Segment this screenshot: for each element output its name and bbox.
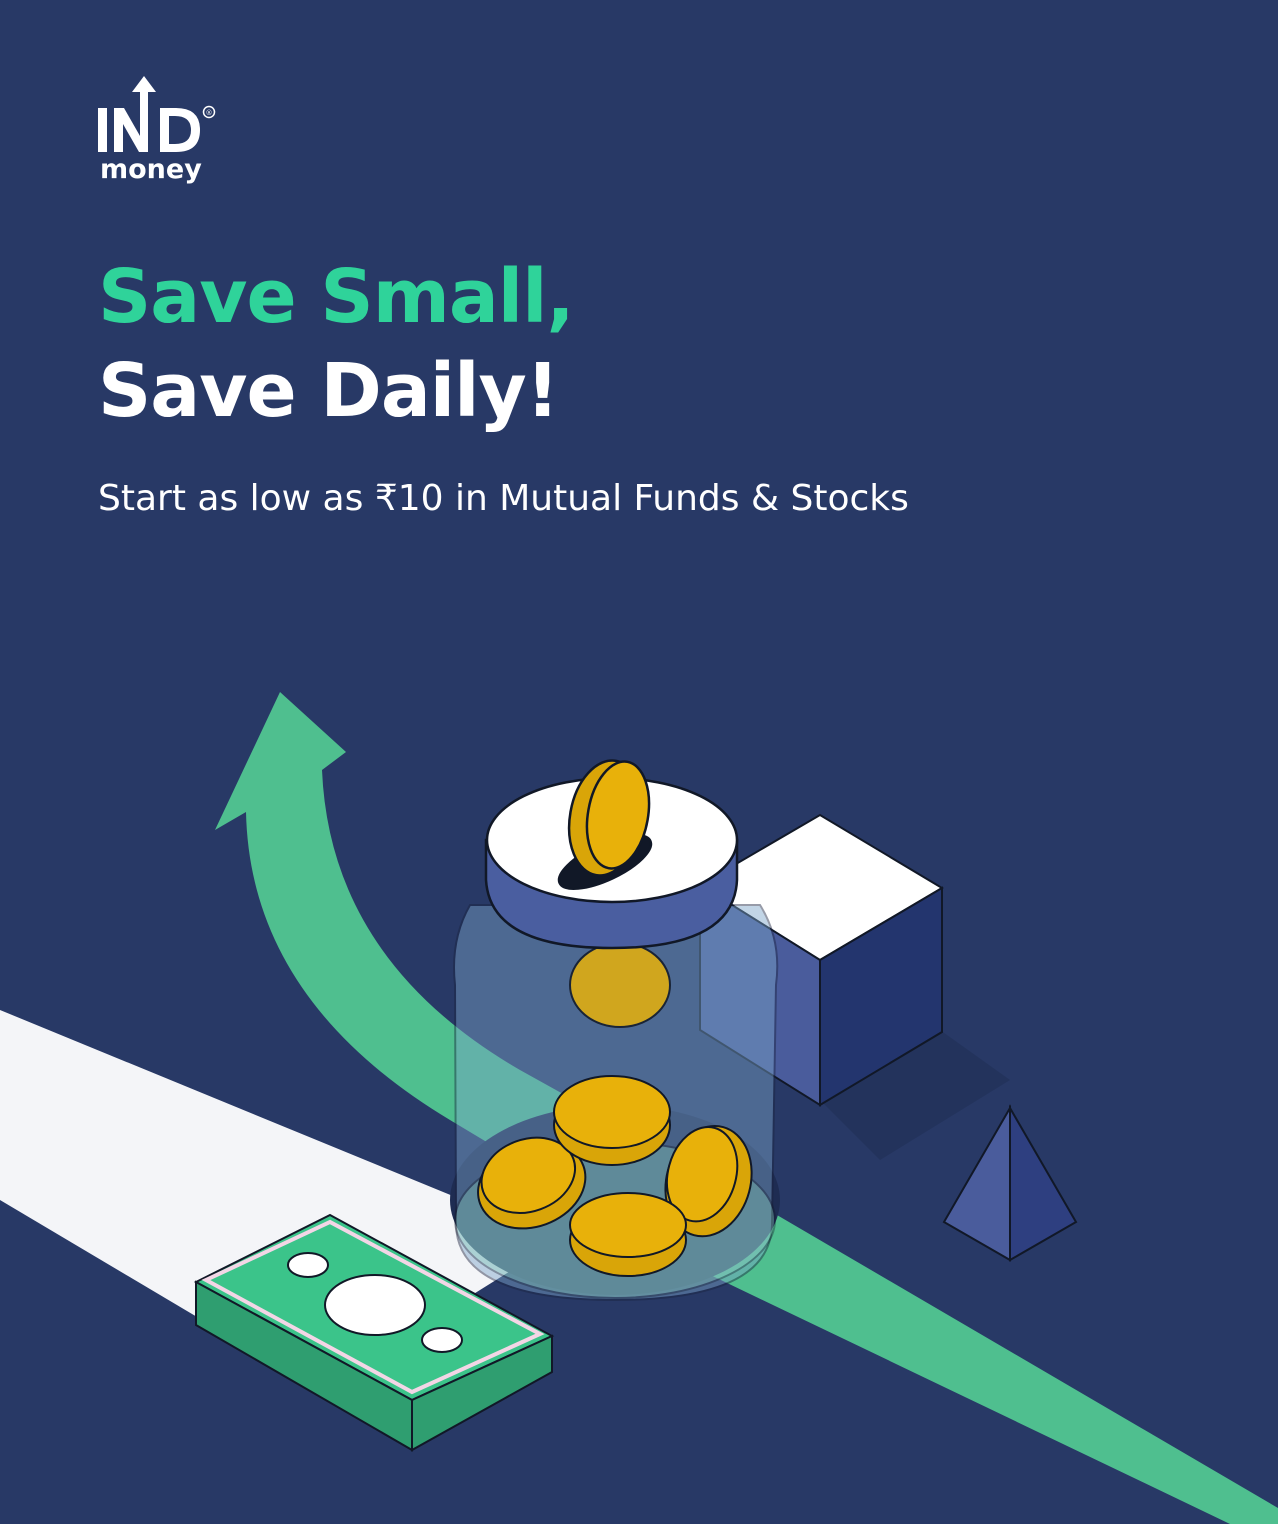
registered-mark: ®: [206, 109, 213, 117]
logo-money-text: money: [100, 154, 202, 185]
headline: Save Small, Save Daily!: [98, 250, 575, 438]
pyramid-icon: [942, 1104, 1078, 1262]
subheadline: Start as low as ₹10 in Mutual Funds & St…: [98, 478, 909, 519]
headline-line-2: Save Daily!: [98, 348, 559, 434]
headline-line-1: Save Small,: [98, 254, 575, 340]
savings-illustration: [0, 692, 1278, 1524]
indmoney-logo: ® money: [98, 76, 216, 185]
